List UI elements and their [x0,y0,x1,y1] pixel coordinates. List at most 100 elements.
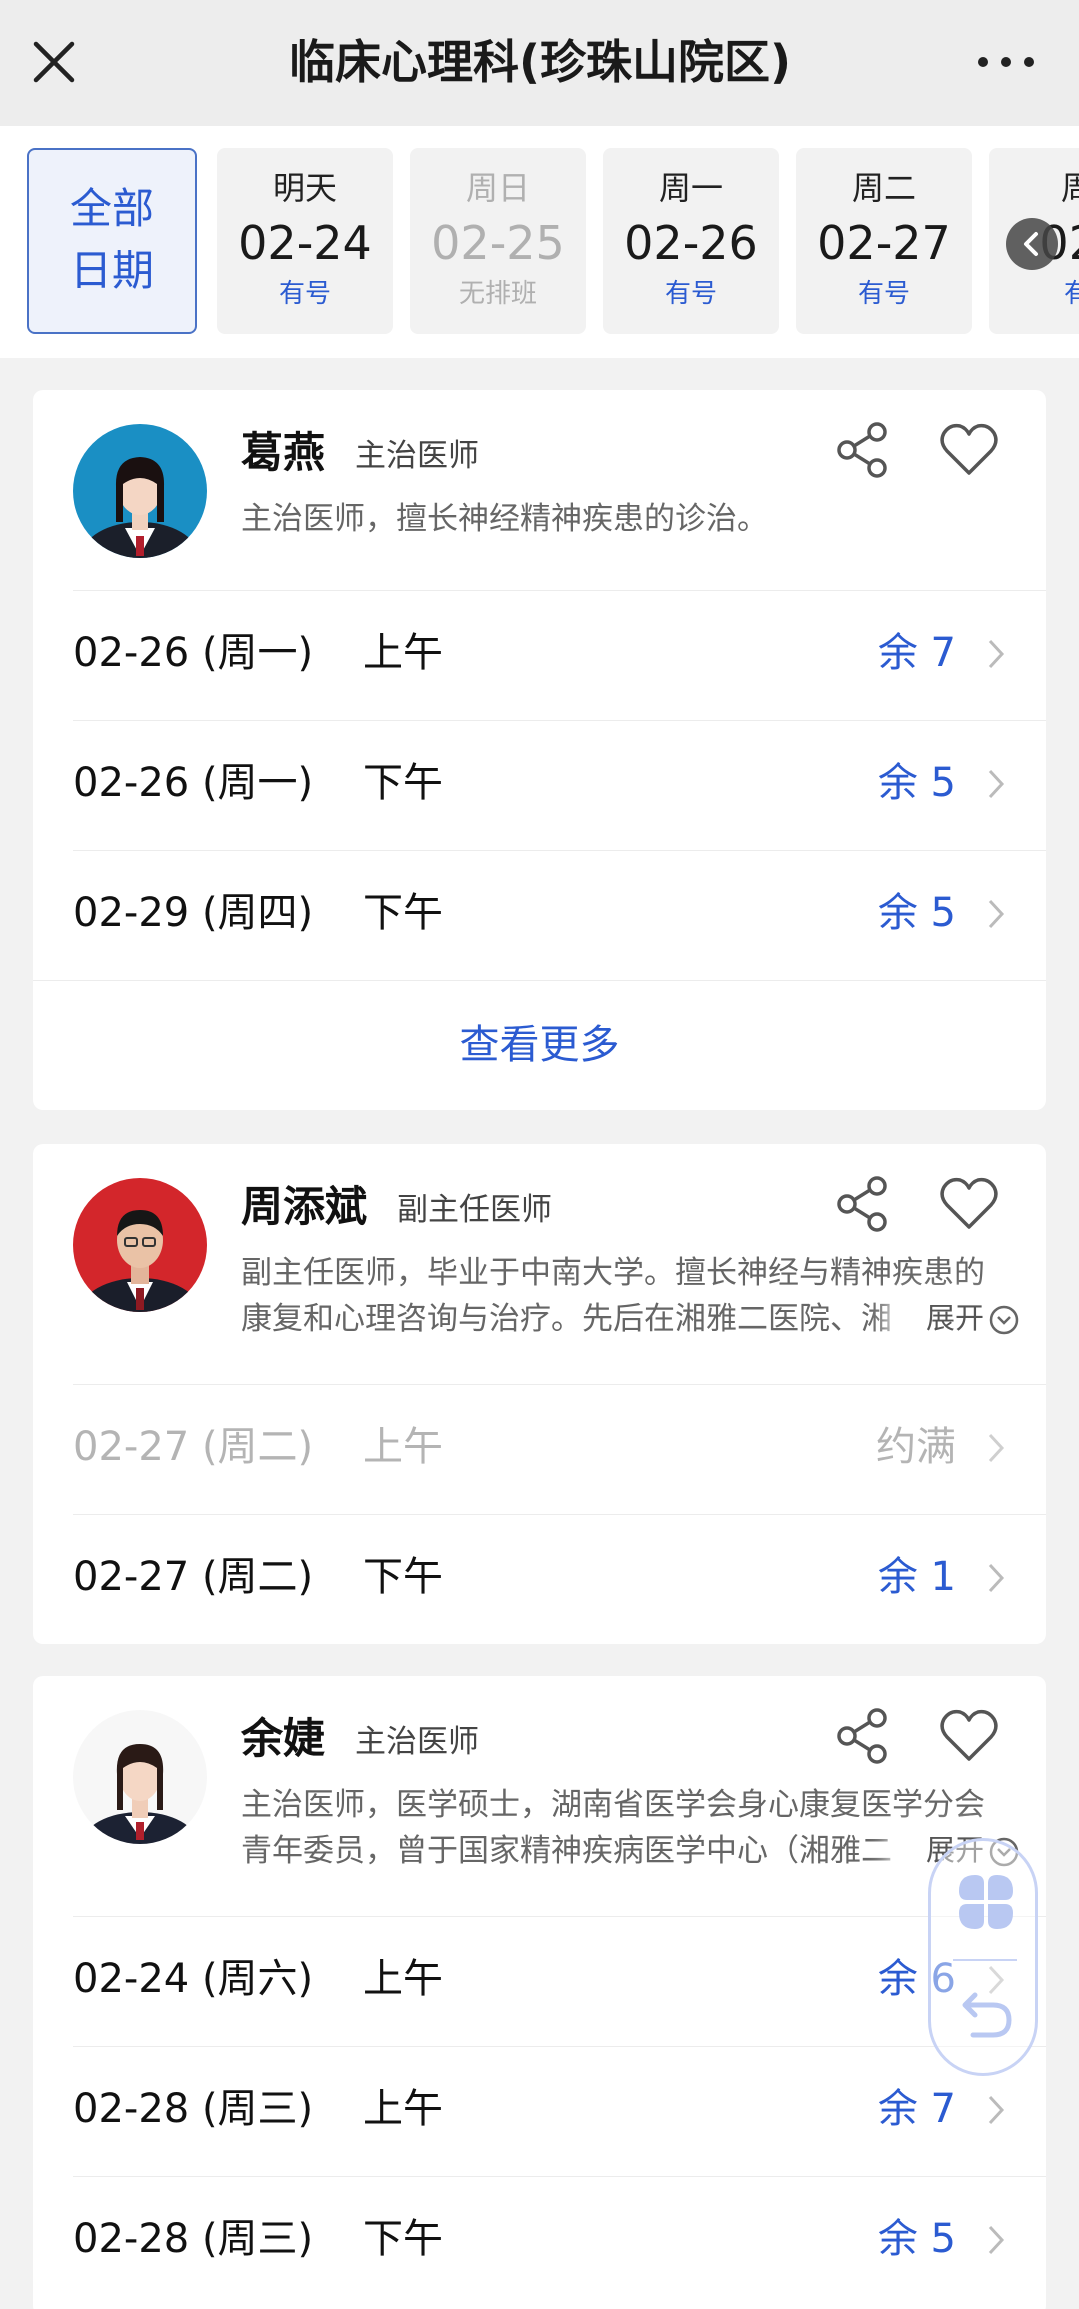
scroll-right-button[interactable] [1006,218,1058,270]
schedule-slot: 02-27 (周二) 上午 约满 [73,1384,1046,1514]
doctor-description-line2: 康复和心理咨询与治疗。先后在湘雅二医院、湘 [241,1301,892,1337]
date-tab-date: 02-26 [624,216,758,270]
slot-date: 02-28 (周三) [73,2086,314,2132]
date-tab-day: 周二 [851,169,916,207]
slot-period: 下午 [363,760,443,806]
doctor-card[interactable]: 周添斌 副主任医师 副主任医师，毕业于中南大学。擅长神经与精神疾患的 康复和心理… [33,1144,1046,1644]
date-tab-status: 有号 [278,279,331,309]
date-filter-bar: 全部 日期 明天 02-24 有号 周日 02-25 无排班 周一 02-26 … [0,126,1079,358]
date-tab-day: 周 [1060,169,1079,207]
apps-grid-icon[interactable] [955,1871,1017,1933]
schedule-slot[interactable]: 02-26 (周一) 上午 余 7 [73,590,1046,720]
close-button[interactable] [26,34,82,90]
doctor-title: 主治医师 [355,438,479,474]
slot-period: 上午 [363,1424,443,1470]
share-button[interactable] [833,420,893,480]
schedule-slot[interactable]: 02-24 (周六) 上午 余 6 [73,1916,1046,2046]
doctor-card[interactable]: 余婕 主治医师 主治医师，医学硕士，湖南省医学会身心康复医学分会 青年委员，曾于… [33,1676,1046,2309]
doctor-name: 周添斌 [241,1182,368,1231]
slot-period: 下午 [363,890,443,936]
heart-icon [940,1709,998,1761]
date-tab-day: 明天 [272,169,337,207]
avatar [73,424,207,558]
favorite-button[interactable] [938,420,1000,480]
slot-remaining: 余 5 [877,890,956,936]
slot-remaining: 余 7 [877,630,956,676]
doctor-title: 主治医师 [355,1724,479,1760]
chevron-right-icon [988,2095,1005,2125]
slot-date: 02-24 (周六) [73,1956,314,2002]
all-dates-tab[interactable]: 全部 日期 [27,148,197,334]
doctor-description: 主治医师，医学硕士，湖南省医学会身心康复医学分会 青年委员，曾于国家精神疾病医学… [241,1782,1021,1874]
more-dots-icon [978,57,1034,67]
slot-period: 下午 [363,1554,443,1600]
back-arrow-icon[interactable] [959,1989,1015,2039]
date-tab-0225[interactable]: 周日 02-25 无排班 [410,148,586,334]
expand-button[interactable]: 展开 [911,1296,1020,1340]
schedule-slot[interactable]: 02-27 (周二) 下午 余 1 [73,1514,1046,1644]
date-tab-status: 无排班 [458,279,537,309]
chevron-left-icon [1024,232,1038,256]
share-button[interactable] [833,1706,893,1766]
favorite-button[interactable] [938,1706,1000,1766]
date-tab-status: 有号 [664,279,717,309]
slot-remaining: 余 7 [877,2086,956,2132]
chevron-right-icon [988,1433,1005,1463]
share-button[interactable] [833,1174,893,1234]
date-tab-day: 周日 [465,169,530,207]
date-tab-status: 有 [1063,279,1079,309]
slot-period: 上午 [363,1956,443,2002]
chevron-right-icon [988,1563,1005,1593]
doctor-description-line1: 副主任医师，毕业于中南大学。擅长神经与精神疾患的 [241,1255,985,1291]
date-tab-date: 02-24 [238,216,372,270]
doctor-description: 副主任医师，毕业于中南大学。擅长神经与精神疾患的 康复和心理咨询与治疗。先后在湘… [241,1250,1021,1342]
slot-date: 02-29 (周四) [73,890,314,936]
slot-period: 下午 [363,2216,443,2262]
date-tab-0226[interactable]: 周一 02-26 有号 [603,148,779,334]
slot-period: 上午 [363,630,443,676]
chevron-right-icon [988,769,1005,799]
widget-divider [953,1959,1017,1961]
date-tab-status: 有号 [857,279,910,309]
date-tab-0224[interactable]: 明天 02-24 有号 [217,148,393,334]
slot-remaining: 余 5 [877,760,956,806]
slot-date: 02-27 (周二) [73,1424,314,1470]
slot-date: 02-26 (周一) [73,630,314,676]
schedule-slot[interactable]: 02-29 (周四) 下午 余 5 [73,850,1046,980]
schedule-slot[interactable]: 02-26 (周一) 下午 余 5 [73,720,1046,850]
chevron-down-circle-icon [989,1305,1019,1335]
doctor-card[interactable]: 葛燕 主治医师 主治医师，擅长神经精神疾患的诊治。 02-26 (周一) 上午 … [33,390,1046,1110]
share-icon [837,1708,887,1764]
doctor-description-line1: 主治医师，医学硕士，湖南省医学会身心康复医学分会 [241,1787,985,1823]
slot-date: 02-26 (周一) [73,760,314,806]
avatar [73,1178,207,1312]
date-tab-date: 02-25 [431,216,565,270]
slot-date: 02-27 (周二) [73,1554,314,1600]
floating-widget[interactable] [928,1838,1038,2076]
date-tab-date: 02-27 [817,216,951,270]
doctor-name: 余婕 [241,1714,326,1763]
chevron-right-icon [988,639,1005,669]
chevron-right-icon [988,899,1005,929]
slot-date: 02-28 (周三) [73,2216,314,2262]
date-tab-0227[interactable]: 周二 02-27 有号 [796,148,972,334]
avatar [73,1710,207,1844]
see-more-button[interactable]: 查看更多 [33,980,1046,1108]
more-button[interactable] [971,44,1041,80]
page-title: 临床心理科(珍珠山院区) [288,35,792,89]
all-dates-label-line2: 日期 [69,246,154,295]
all-dates-label-line1: 全部 [69,184,154,233]
doctor-name: 葛燕 [241,428,326,477]
close-icon [33,41,75,83]
expand-label: 展开 [925,1301,984,1335]
heart-icon [940,1177,998,1229]
schedule-slot[interactable]: 02-28 (周三) 上午 余 7 [73,2046,1046,2176]
doctor-title: 副主任医师 [397,1192,552,1228]
favorite-button[interactable] [938,1174,1000,1234]
schedule-slot[interactable]: 02-28 (周三) 下午 余 5 [73,2176,1046,2306]
chevron-right-icon [988,2225,1005,2255]
slot-remaining: 约满 [876,1424,956,1470]
top-bar: 临床心理科(珍珠山院区) [0,0,1079,126]
date-tab-day: 周一 [658,169,723,207]
doctor-description: 主治医师，擅长神经精神疾患的诊治。 [241,501,768,537]
